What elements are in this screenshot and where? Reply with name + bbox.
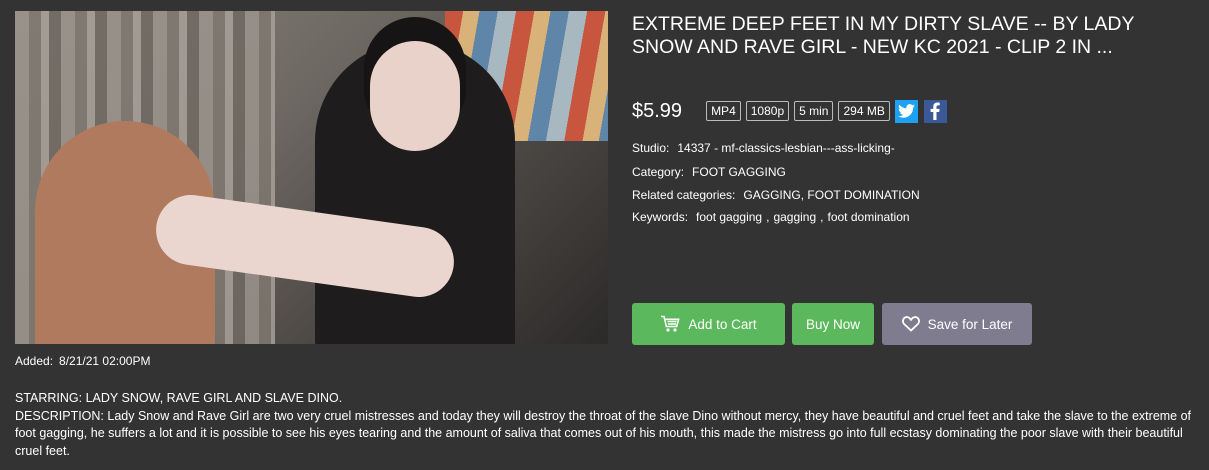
filesize-badge: 294 MB xyxy=(838,101,890,121)
duration-badge: 5 min xyxy=(794,101,834,121)
added-date: Added: 8/21/21 02:00PM xyxy=(15,354,150,368)
keyword-link[interactable]: gagging xyxy=(773,210,816,224)
keyword-link[interactable]: foot gagging xyxy=(696,210,762,224)
studio-link[interactable]: 14337 - mf-classics-lesbian---ass-lickin… xyxy=(677,141,894,155)
buy-now-label: Buy Now xyxy=(805,316,861,332)
heart-icon xyxy=(901,316,920,332)
cart-icon xyxy=(661,315,680,332)
related-category-link[interactable]: FOOT DOMINATION xyxy=(807,188,919,202)
keywords-label: Keywords: xyxy=(632,210,689,224)
add-to-cart-button[interactable]: Add to Cart xyxy=(632,303,785,345)
facebook-share-button[interactable] xyxy=(923,99,947,123)
related-categories-row: Related categories: GAGGING, FOOT DOMINAT… xyxy=(632,188,920,202)
keywords-row: Keywords: foot gagging, gagging, foot domin… xyxy=(632,210,910,224)
meta-row: $5.99 MP4 1080p 5 min 294 MB xyxy=(632,98,947,124)
studio-label: Studio: xyxy=(632,141,670,155)
added-value: 8/21/21 02:00PM xyxy=(59,354,151,368)
add-to-cart-label: Add to Cart xyxy=(688,316,757,332)
clip-preview-image[interactable] xyxy=(15,11,608,344)
related-category-link[interactable]: GAGGING xyxy=(743,188,800,202)
format-badge: MP4 xyxy=(706,101,741,121)
save-for-later-button[interactable]: Save for Later xyxy=(882,303,1032,345)
buy-now-button[interactable]: Buy Now xyxy=(792,303,874,345)
save-for-later-label: Save for Later xyxy=(927,316,1013,332)
facebook-icon xyxy=(930,102,941,120)
related-categories-label: Related categories: xyxy=(632,188,736,202)
product-title: EXTREME DEEP FEET IN MY DIRTY SLAVE -- B… xyxy=(632,13,1135,58)
price: $5.99 xyxy=(632,99,683,122)
studio-row: Studio: 14337 - mf-classics-lesbian---ass… xyxy=(632,141,895,155)
person-right-head xyxy=(370,41,460,151)
twitter-icon xyxy=(897,104,915,118)
category-row: Category: FOOT GAGGING xyxy=(632,165,786,179)
description-text: DESCRIPTION: Lady Snow and Rave Girl are… xyxy=(15,408,1192,458)
resolution-badge: 1080p xyxy=(745,101,790,121)
category-label: Category: xyxy=(632,165,685,179)
description: STARRING: LADY SNOW, RAVE GIRL AND SLAVE… xyxy=(15,390,1205,460)
twitter-share-button[interactable] xyxy=(894,99,918,123)
category-link[interactable]: FOOT GAGGING xyxy=(692,165,786,179)
keyword-link[interactable]: foot domination xyxy=(828,210,910,224)
added-label: Added: xyxy=(15,354,54,368)
starring-text: STARRING: LADY SNOW, RAVE GIRL AND SLAVE… xyxy=(15,391,343,405)
